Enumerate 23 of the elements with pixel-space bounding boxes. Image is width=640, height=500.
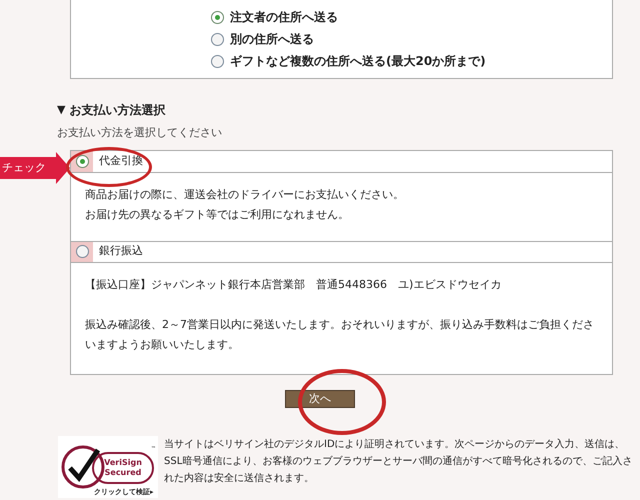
radio-button[interactable]: [211, 33, 224, 46]
description-text: 振込み確認後、2～7営業日以内に発送いたします。おそれいりますが、振り込み手数料はご負担くださいますようお願いいたします。: [85, 316, 595, 352]
instruction-text: お支払い方法を選択してください: [57, 125, 223, 141]
seal-name: VeriSign: [104, 458, 142, 468]
checkmark-icon: [60, 444, 106, 490]
method-label[interactable]: 代金引換: [99, 152, 143, 170]
radio-button[interactable]: [76, 245, 88, 258]
next-button[interactable]: 次へ: [285, 390, 355, 408]
section-heading: お支払い方法選択: [69, 102, 166, 119]
radio-button[interactable]: [76, 154, 88, 168]
description-text: 【振込口座】ジャパンネット銀行本店営業部 普通5448366 ユ)エビスドウセイカ: [85, 276, 502, 292]
option-label[interactable]: 別の住所へ送る: [230, 32, 314, 47]
option-label[interactable]: ギフトなど複数の住所へ送る(最大20か所まで): [230, 54, 486, 69]
description-text: お届け先の異なるギフト等ではご利用になれません。: [85, 206, 350, 222]
radio-button[interactable]: [211, 55, 224, 68]
annotation-label: チェック: [2, 160, 46, 176]
heading-marker: ▼: [57, 102, 66, 118]
security-text: 当サイトはベリサイン社のデジタルIDにより証明されています。次ページからのデータ入力、送信は、SSL暗号通信により、お客様のウェブブラウザーとサーバ間の通信がすべて暗号化されるので、ご記入された内容は安全に送信されます。: [164, 438, 634, 486]
seal-secured: Secured: [104, 468, 142, 478]
description-text: 商品お届けの際に、運送会社のドライバーにお支払いください。: [85, 186, 405, 202]
method-label[interactable]: 銀行振込: [99, 243, 143, 260]
option-label[interactable]: 注文者の住所へ送る: [230, 10, 338, 25]
radio-button[interactable]: [211, 11, 224, 24]
